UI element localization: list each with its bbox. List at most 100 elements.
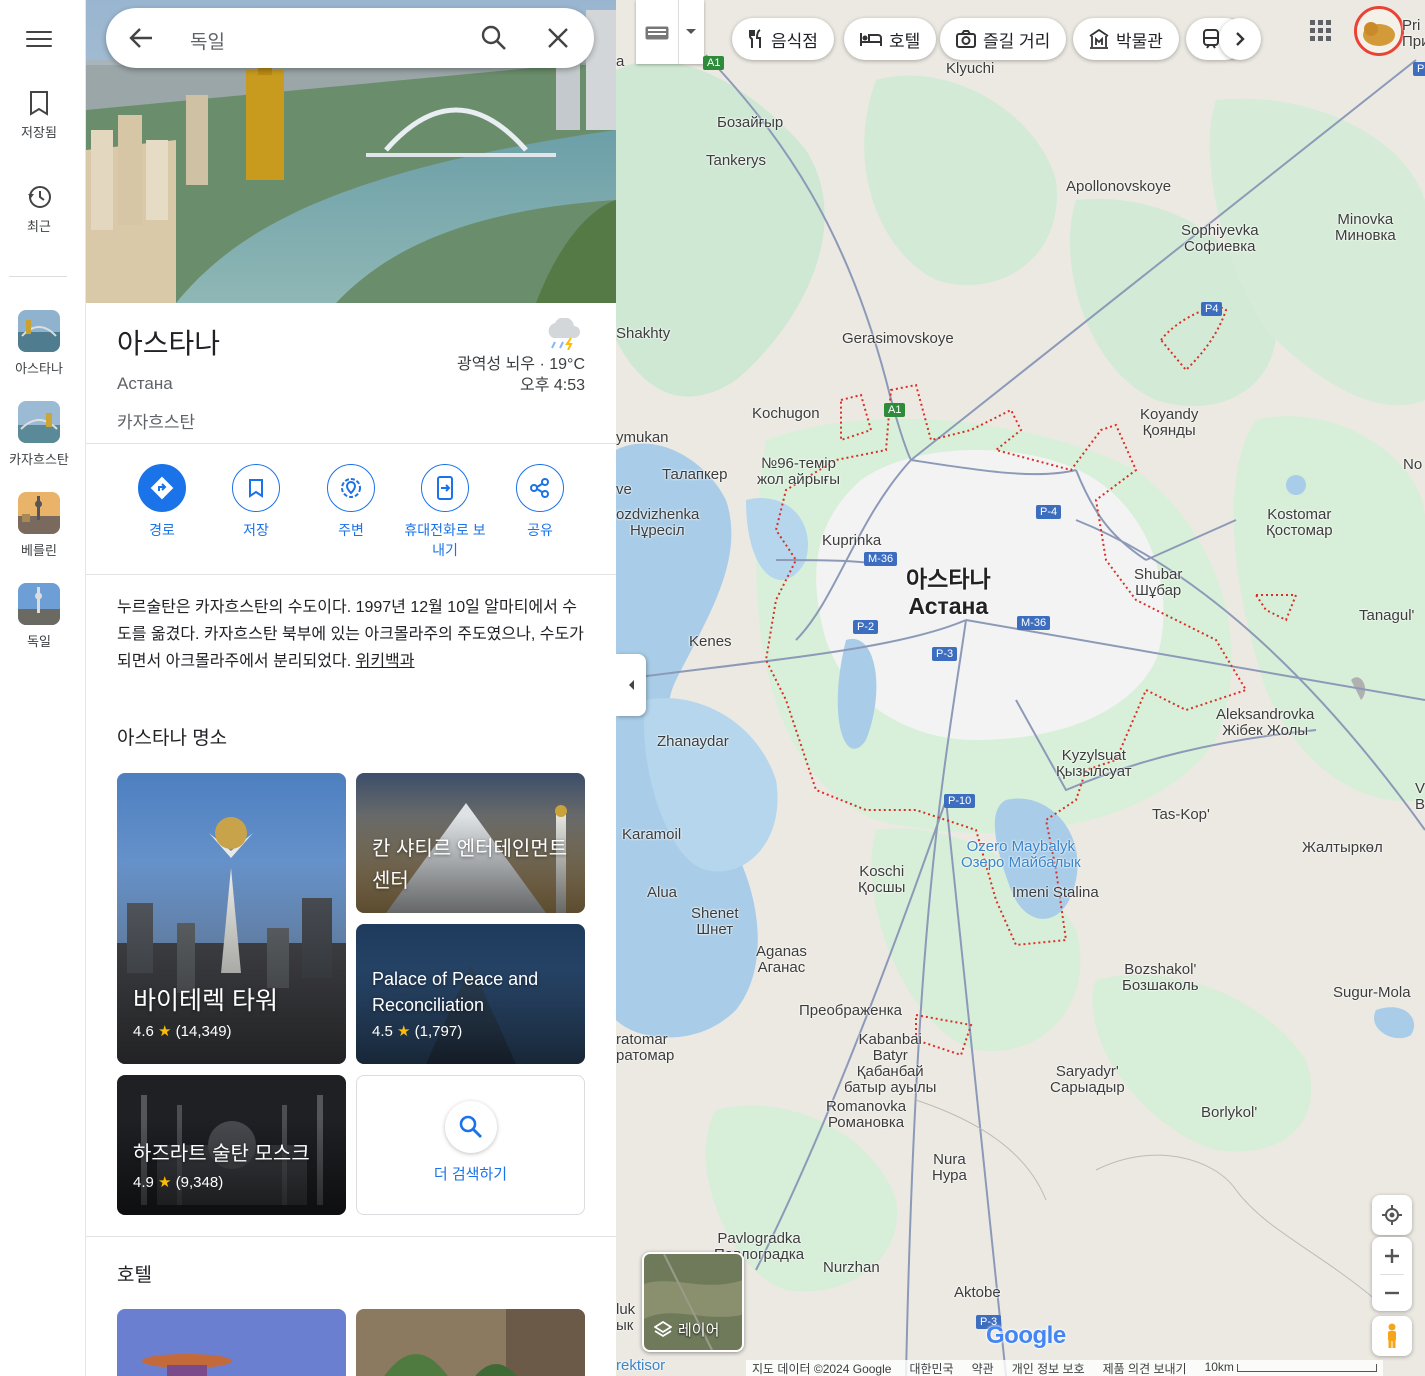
- chevron-left-icon: [629, 680, 634, 690]
- chips-next-button[interactable]: [1219, 18, 1261, 60]
- map-label: Bozshakol' Бозшаколь: [1122, 962, 1199, 994]
- chip-museums[interactable]: 박물관: [1073, 18, 1179, 60]
- attraction-card-khan-shatyr[interactable]: 칸 샤티르 엔터테인먼트 센터: [356, 773, 585, 913]
- map-label-line: Pavlogradka: [717, 1230, 801, 1247]
- rail-saved[interactable]: 저장됨: [0, 90, 78, 141]
- rail-history-kazakhstan[interactable]: 카자흐스탄: [0, 401, 78, 468]
- rail-history-berlin[interactable]: 베를린: [0, 492, 78, 559]
- attraction-card-hazrat-sultan[interactable]: 하즈라트 술탄 모스크 4.9 ★ (9,348): [117, 1075, 346, 1215]
- map-label-line: жол айрығы: [757, 471, 841, 488]
- attraction-name: Palace of Peace and Reconciliation: [372, 969, 539, 1015]
- map-label: a: [616, 53, 625, 70]
- search-box[interactable]: 독일: [106, 8, 594, 68]
- map-label-line: №96-темір: [761, 455, 836, 472]
- road-shield: P-10: [944, 794, 976, 808]
- map-label-line: Нура: [932, 1167, 967, 1184]
- directions-button[interactable]: 경로: [114, 464, 210, 540]
- map-label-line: Nura: [933, 1151, 966, 1168]
- map-label-line: Аганас: [757, 959, 806, 976]
- rail-saved-label: 저장됨: [21, 125, 57, 140]
- map-label: PriПри: [1402, 18, 1425, 50]
- map-label: №96-темір жол айрығы: [757, 456, 840, 488]
- map-label-line: Shenet: [691, 905, 739, 922]
- map-label: rektisor: [616, 1357, 666, 1374]
- avatar-image: [1357, 9, 1401, 53]
- more-search-button[interactable]: 더 검색하기: [356, 1075, 585, 1215]
- map-label: Sophiyevka Софиевка: [1181, 223, 1259, 255]
- terms-link[interactable]: 약관: [972, 1360, 994, 1376]
- menu-icon[interactable]: [26, 26, 52, 48]
- map-canvas[interactable]: 음식점 호텔 즐길 거리 박물관 a Klyuchi Бозайғыр Tank…: [616, 0, 1425, 1376]
- attraction-card-bayterek[interactable]: 바이테렉 타워 4.6 ★ (14,349): [117, 773, 346, 1064]
- input-tools[interactable]: [636, 0, 704, 64]
- nearby-button[interactable]: 주변: [303, 464, 399, 540]
- rail-history-astana[interactable]: 아스타나: [0, 310, 78, 377]
- wikipedia-link[interactable]: 위키백과: [356, 653, 415, 670]
- map-label-line: Batyr: [872, 1047, 908, 1064]
- chip-things-to-do[interactable]: 즐길 거리: [940, 18, 1067, 60]
- dropdown-arrow-icon[interactable]: [685, 28, 697, 36]
- bed-icon: [860, 33, 882, 46]
- share-icon: [530, 478, 549, 498]
- map-label-line: Kyzylsuat: [1061, 747, 1126, 764]
- astana-thumbnail: [18, 310, 60, 352]
- hotel-card[interactable]: [117, 1309, 346, 1376]
- map-label-line: Saryadyr': [1055, 1063, 1119, 1080]
- map-label-line: Қабанбай: [856, 1063, 924, 1080]
- map-label: Sugur-Mola: [1333, 984, 1411, 1001]
- rail-recent[interactable]: 최근: [0, 184, 78, 235]
- map-label: Kyzylsuat Қызылсуат: [1056, 748, 1132, 780]
- account-avatar[interactable]: [1354, 6, 1404, 56]
- map-label-line: Pri: [1402, 17, 1421, 34]
- chip-restaurants[interactable]: 음식점: [732, 18, 834, 60]
- attractions-heading: 아스타나 명소: [117, 728, 228, 749]
- privacy-link[interactable]: 개인 정보 보호: [1012, 1360, 1085, 1376]
- zoom-controls: [1372, 1237, 1412, 1311]
- region-link[interactable]: 대한민국: [909, 1360, 953, 1376]
- save-button[interactable]: 저장: [208, 464, 304, 540]
- zoom-in-button[interactable]: [1384, 1238, 1400, 1274]
- map-label: Alua: [647, 884, 678, 901]
- map-label-line: Миновка: [1335, 227, 1396, 244]
- rating-value: 4.5: [372, 1023, 393, 1040]
- map-data-credit: 지도 데이터 ©2024 Google: [752, 1362, 892, 1376]
- description-text: 누르술탄은 카자흐스탄의 수도이다. 1997년 12월 10일 알마티에서 수…: [117, 599, 584, 670]
- my-location-button[interactable]: [1372, 1195, 1412, 1235]
- send-to-phone-button[interactable]: 휴대전화로 보 내기: [397, 464, 493, 560]
- layers-button[interactable]: 레이어: [642, 1252, 744, 1352]
- close-icon[interactable]: [546, 26, 570, 50]
- map-label: ymukan: [616, 429, 669, 446]
- map-label-line: Шұбар: [1135, 582, 1182, 599]
- nearby-icon: [341, 478, 361, 498]
- apps-grid-icon[interactable]: [1310, 20, 1332, 42]
- search-icon: [459, 1115, 482, 1138]
- map-label: Tanagul': [1359, 607, 1415, 624]
- send-to-phone-label-2: 내기: [432, 542, 458, 558]
- map-lake-label: Ozero Maybalyk Озеро Майбалык: [961, 839, 1081, 871]
- map-label: Apollonovskoye: [1066, 178, 1172, 195]
- share-button[interactable]: 공유: [492, 464, 588, 540]
- place-header: 아스타나 Астана 카자흐스탄: [117, 322, 220, 433]
- chevron-right-icon: [1236, 32, 1245, 46]
- place-subtitle: Астана: [117, 374, 173, 393]
- search-icon[interactable]: [480, 24, 508, 52]
- search-input[interactable]: 독일: [190, 27, 225, 54]
- star-icon: ★: [158, 1174, 172, 1191]
- map-label: Преображенка: [799, 1002, 902, 1019]
- zoom-out-button[interactable]: [1384, 1275, 1400, 1311]
- chip-hotels[interactable]: 호텔: [844, 18, 937, 60]
- nearby-label: 주변: [338, 522, 364, 538]
- send-to-phone-icon: [437, 476, 453, 500]
- map-label-line: Озеро Майбалык: [961, 854, 1081, 871]
- hotel-card[interactable]: [356, 1309, 585, 1376]
- map-city-label[interactable]: 아스타나 Астана: [906, 566, 991, 620]
- map-label: Karamoil: [622, 826, 682, 843]
- feedback-link[interactable]: 제품 의견 보내기: [1103, 1360, 1187, 1376]
- scale-bar[interactable]: 10km: [1205, 1360, 1378, 1376]
- back-arrow-icon[interactable]: [128, 26, 154, 50]
- attraction-card-palace-of-peace[interactable]: Palace of Peace and Reconciliation 4.5 ★…: [356, 924, 585, 1064]
- rail-history-germany[interactable]: 독일: [0, 583, 78, 650]
- collapse-panel-button[interactable]: [616, 654, 646, 716]
- street-view-pegman[interactable]: [1372, 1316, 1412, 1356]
- map-footer: 지도 데이터 ©2024 Google 대한민국 약관 개인 정보 보호 제품 …: [746, 1360, 1384, 1376]
